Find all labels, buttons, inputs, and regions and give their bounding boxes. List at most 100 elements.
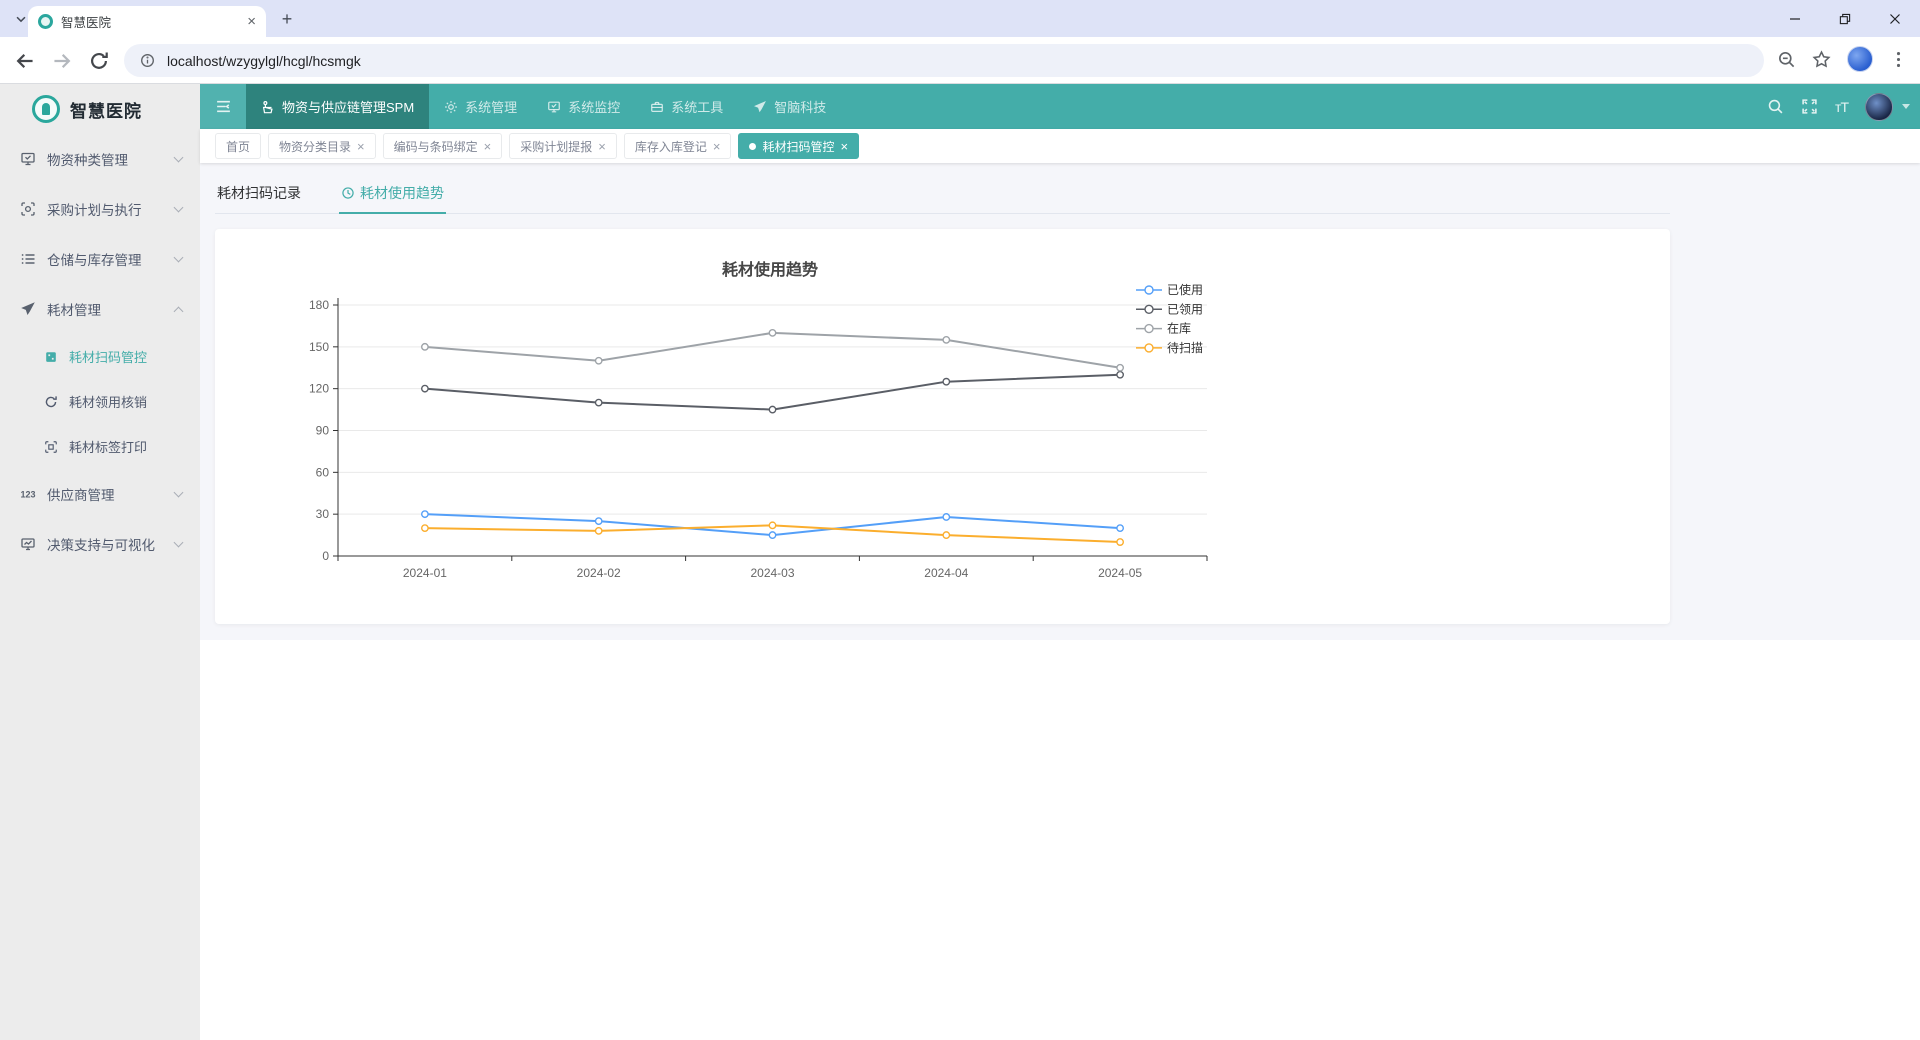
site-info-icon[interactable] xyxy=(140,53,155,68)
chip-close-icon[interactable]: × xyxy=(713,140,721,153)
data-point[interactable] xyxy=(768,328,777,337)
data-point[interactable] xyxy=(1116,538,1124,546)
legend-label: 已使用 xyxy=(1167,282,1203,297)
sidebar-item-suppliers[interactable]: 123 供应商管理 xyxy=(0,469,200,519)
window-restore-button[interactable] xyxy=(1820,0,1870,37)
data-point[interactable] xyxy=(1116,370,1124,379)
sidebar: 智慧医院 物资种类管理 采购计划与执行 仓储与库存管理 耗材管理 耗材扫码管控 xyxy=(0,84,200,1040)
data-point[interactable] xyxy=(420,524,429,533)
sidebar-item-warehouse[interactable]: 仓储与库存管理 xyxy=(0,234,200,284)
nav-item-supply-chain[interactable]: 物资与供应链管理SPM xyxy=(246,84,430,129)
view-chip-inbound-register[interactable]: 库存入库登记 × xyxy=(623,133,732,159)
sidebar-item-procurement[interactable]: 采购计划与执行 xyxy=(0,184,200,234)
reload-icon[interactable] xyxy=(88,50,110,72)
browser-tab[interactable]: 智慧医院 × xyxy=(28,6,266,37)
y-tick-label: 150 xyxy=(309,340,329,354)
user-menu-caret-icon[interactable] xyxy=(1902,104,1910,109)
chevron-down-icon xyxy=(173,487,184,497)
legend-item-3[interactable]: 待扫描 xyxy=(1136,341,1203,355)
sidebar-item-consumables[interactable]: 耗材管理 xyxy=(0,284,200,334)
data-point[interactable] xyxy=(594,526,603,535)
page-content: 耗材扫码记录 耗材使用趋势 耗材使用趋势 0 30 60 90 120 150 180 2024… xyxy=(200,163,1920,640)
sidebar-item-decision-support[interactable]: 决策支持与可视化 xyxy=(0,519,200,569)
fullscreen-icon[interactable] xyxy=(1801,98,1818,115)
sidebar-item-label-print[interactable]: 耗材标签打印 xyxy=(0,424,200,469)
data-point[interactable] xyxy=(420,342,429,351)
chevron-down-icon xyxy=(173,537,184,547)
x-tick-label: 2024-03 xyxy=(750,566,794,580)
chip-close-icon[interactable]: × xyxy=(357,140,365,153)
view-chip-scan-control[interactable]: 耗材扫码管控 × xyxy=(738,133,860,159)
data-point[interactable] xyxy=(768,531,777,539)
view-chip-code-binding[interactable]: 编码与条码绑定 × xyxy=(382,133,503,159)
chevron-down-icon xyxy=(173,252,184,262)
chip-close-icon[interactable]: × xyxy=(484,140,492,153)
data-point[interactable] xyxy=(1116,524,1124,533)
series-line-2 xyxy=(420,328,1124,372)
browser-profile-avatar[interactable] xyxy=(1847,46,1873,72)
clock-icon xyxy=(341,186,355,200)
legend-item-0[interactable]: 已使用 xyxy=(1136,282,1203,297)
legend-item-1[interactable]: 已领用 xyxy=(1136,302,1203,316)
monitor-check-icon xyxy=(20,151,36,167)
bookmark-star-icon[interactable] xyxy=(1812,49,1831,69)
nav-item-zhinao-tech[interactable]: 智脑科技 xyxy=(738,84,841,129)
new-tab-button[interactable]: + xyxy=(276,8,298,30)
forward-icon[interactable] xyxy=(51,50,73,72)
view-chip-home[interactable]: 首页 xyxy=(215,133,262,159)
legend-label: 在库 xyxy=(1167,321,1191,336)
sidebar-item-requisition[interactable]: 耗材领用核销 xyxy=(0,379,200,424)
window-minimize-button[interactable] xyxy=(1770,0,1820,37)
list-icon xyxy=(20,251,36,267)
y-tick-label: 60 xyxy=(316,465,330,479)
zoom-out-icon[interactable] xyxy=(1777,50,1796,69)
legend-item-2[interactable]: 在库 xyxy=(1136,321,1191,336)
address-bar[interactable]: localhost/wzygylgl/hcgl/hcsmgk xyxy=(124,44,1764,77)
browser-tab-title: 智慧医院 xyxy=(61,16,112,30)
url-text: localhost/wzygylgl/hcgl/hcsmgk xyxy=(167,52,361,69)
nav-item-system-monitor[interactable]: 系统监控 xyxy=(532,84,635,129)
data-point[interactable] xyxy=(942,531,951,539)
y-tick-label: 90 xyxy=(316,424,330,438)
data-point[interactable] xyxy=(942,377,951,386)
refresh-icon xyxy=(44,395,58,409)
app-logo: 智慧医院 xyxy=(0,84,200,134)
tab-usage-trend[interactable]: 耗材使用趋势 xyxy=(339,175,446,214)
data-point[interactable] xyxy=(420,510,429,519)
data-point[interactable] xyxy=(768,405,777,414)
browser-menu-kebab-icon[interactable] xyxy=(1889,50,1908,69)
back-icon[interactable] xyxy=(14,50,36,72)
x-tick-label: 2024-04 xyxy=(924,566,968,580)
chip-close-icon[interactable]: × xyxy=(598,140,606,153)
collapse-sidebar-icon[interactable] xyxy=(200,84,246,129)
nav-item-system-admin[interactable]: 系统管理 xyxy=(429,84,532,129)
nav-item-system-tools[interactable]: 系统工具 xyxy=(635,84,738,129)
data-point[interactable] xyxy=(594,356,603,365)
legend-label: 待扫描 xyxy=(1167,341,1203,355)
data-point[interactable] xyxy=(420,384,429,393)
tab-scan-records[interactable]: 耗材扫码记录 xyxy=(215,175,303,214)
font-size-icon[interactable]: тT xyxy=(1835,99,1849,115)
data-point[interactable] xyxy=(594,517,603,526)
chip-close-icon[interactable]: × xyxy=(840,140,848,153)
data-point[interactable] xyxy=(942,513,951,521)
data-point[interactable] xyxy=(594,398,603,407)
tab-close-icon[interactable]: × xyxy=(247,14,256,29)
data-point[interactable] xyxy=(1116,363,1124,372)
browser-toolbar: localhost/wzygylgl/hcgl/hcsmgk xyxy=(0,37,1920,84)
package-icon xyxy=(261,100,275,114)
view-chip-purchase-plan[interactable]: 采购计划提报 × xyxy=(509,133,617,159)
search-icon[interactable] xyxy=(1767,98,1784,115)
data-point[interactable] xyxy=(942,335,951,344)
chart-card: 耗材使用趋势 0 30 60 90 120 150 180 2024-01 2024-02 2024… xyxy=(215,229,1670,624)
svg-text:123: 123 xyxy=(20,490,35,500)
window-close-button[interactable] xyxy=(1870,0,1920,37)
data-point[interactable] xyxy=(768,521,777,530)
top-navbar: 物资与供应链管理SPM 系统管理 系统监控 系统工具 智脑科技 тT xyxy=(200,84,1920,129)
sidebar-item-scan-control[interactable]: 耗材扫码管控 xyxy=(0,334,200,379)
user-avatar[interactable] xyxy=(1865,92,1893,121)
view-chip-material-catalog[interactable]: 物资分类目录 × xyxy=(268,133,376,159)
sidebar-item-material-types[interactable]: 物资种类管理 xyxy=(0,134,200,184)
toolbox-icon xyxy=(650,100,664,114)
monitor-icon xyxy=(547,100,561,114)
